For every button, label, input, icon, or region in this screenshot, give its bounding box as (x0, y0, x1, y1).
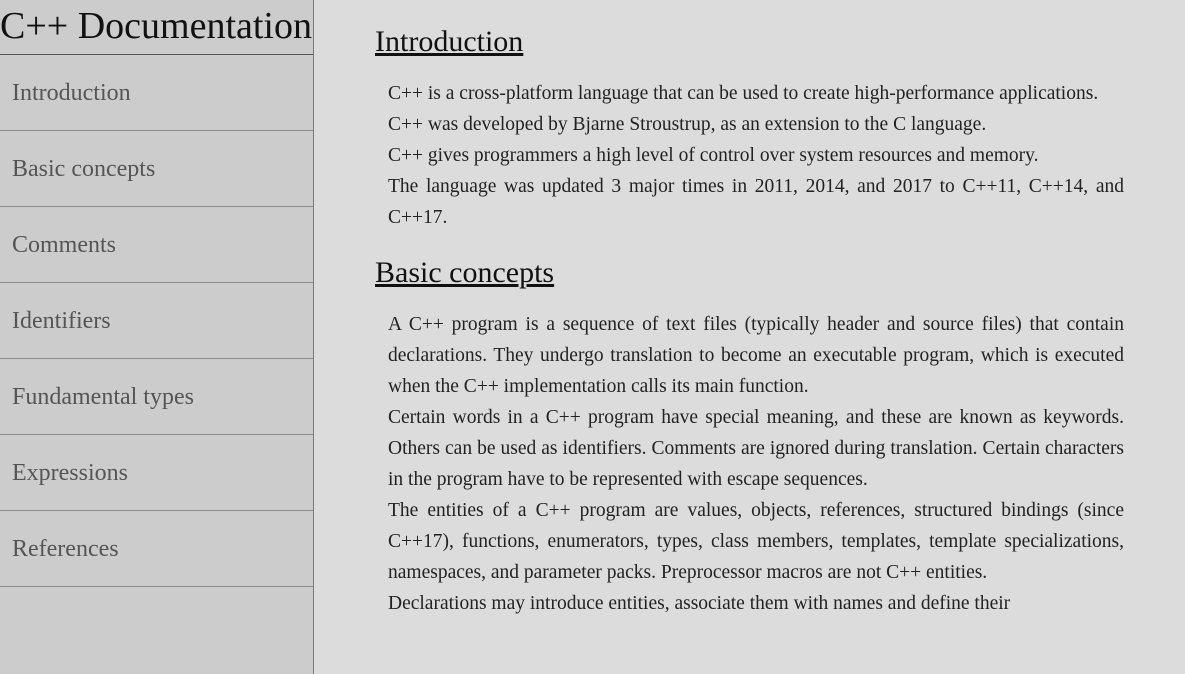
section-title: Introduction (375, 25, 524, 58)
nav-title: C++ Documentation (0, 0, 313, 55)
paragraph: Declarations may introduce entities, ass… (388, 593, 1011, 614)
nav-link-introduction[interactable]: Introduction (0, 55, 313, 131)
main-doc: Introduction C++ is a cross-platform lan… (375, 0, 1125, 674)
paragraph: A C++ program is a sequence of text file… (388, 314, 1124, 397)
section-introduction: Introduction C++ is a cross-platform lan… (375, 24, 1125, 233)
navbar: C++ Documentation Introduction Basic con… (0, 0, 314, 674)
nav-link-identifiers[interactable]: Identifiers (0, 283, 313, 359)
nav-link-comments[interactable]: Comments (0, 207, 313, 283)
paragraph: Certain words in a C++ program have spec… (388, 407, 1124, 490)
nav-link-basic-concepts[interactable]: Basic concepts (0, 131, 313, 207)
paragraph: C++ gives programmers a high level of co… (388, 145, 1039, 166)
section-basic-concepts: Basic concepts A C++ program is a sequen… (375, 255, 1125, 619)
paragraph: C++ is a cross-platform language that ca… (388, 83, 1099, 104)
section-body: A C++ program is a sequence of text file… (388, 309, 1124, 619)
paragraph: The entities of a C++ program are values… (388, 500, 1124, 583)
nav-link-expressions[interactable]: Expressions (0, 435, 313, 511)
nav-link-references[interactable]: References (0, 511, 313, 587)
nav-link-fundamental-types[interactable]: Fundamental types (0, 359, 313, 435)
section-title: Basic concepts (375, 256, 555, 289)
section-body: C++ is a cross-platform language that ca… (388, 78, 1124, 233)
paragraph: C++ was developed by Bjarne Stroustrup, … (388, 114, 987, 135)
paragraph: The language was updated 3 major times i… (388, 176, 1124, 228)
